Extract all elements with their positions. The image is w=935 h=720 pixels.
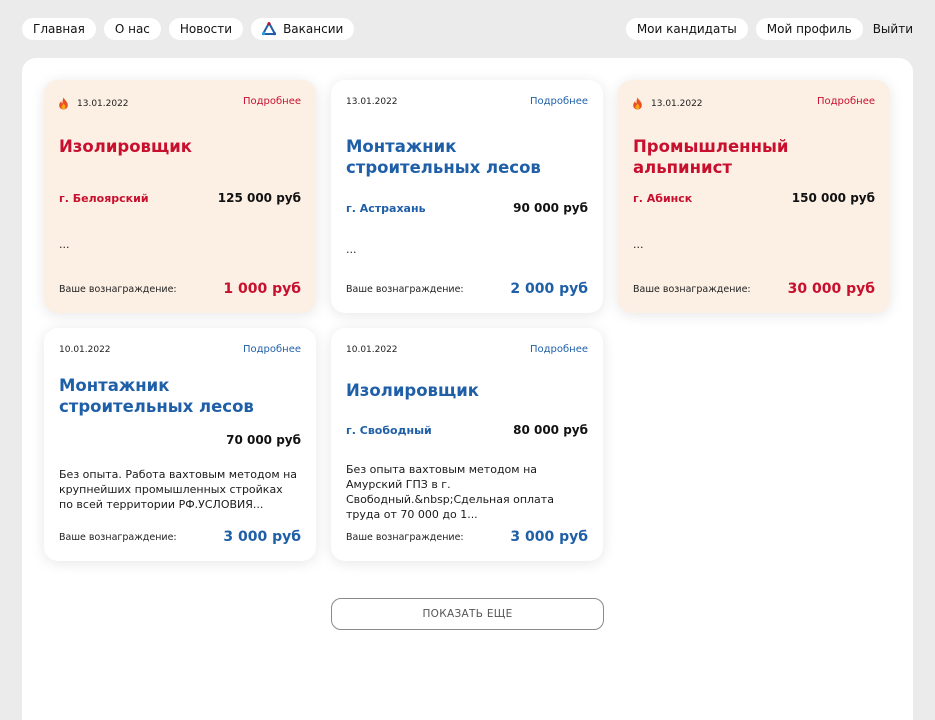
nav-about-link[interactable]: О нас [103, 18, 161, 40]
card-date-text: 10.01.2022 [346, 345, 398, 355]
card-info-row: 70 000 руб [59, 433, 301, 447]
reward-label: Ваше вознаграждение: [633, 283, 751, 295]
fire-icon [633, 97, 642, 110]
vacancy-card: 10.01.2022 Подробнее Изолировщик г. Своб… [331, 328, 603, 561]
reward-label: Ваше вознаграждение: [346, 531, 464, 543]
card-date-text: 10.01.2022 [59, 345, 111, 355]
reward-value: 30 000 руб [787, 281, 875, 297]
reward-label: Ваше вознаграждение: [59, 283, 177, 295]
vacancy-city: г. Свободный [346, 423, 432, 437]
nav-home-label: Главная [33, 22, 85, 36]
reward-label: Ваше вознаграждение: [346, 283, 464, 295]
fire-icon [59, 97, 68, 110]
show-more-button[interactable]: ПОКАЗАТЬ ЕЩЕ [331, 598, 604, 630]
vacancy-card: 13.01.2022 Подробнее Изолировщик г. Бело… [44, 80, 316, 313]
card-date-text: 13.01.2022 [346, 97, 398, 107]
reward-value: 1 000 руб [223, 281, 301, 297]
main-menu: Главная О нас Новости Вакансии [22, 18, 355, 40]
reward-row: Ваше вознаграждение: 3 000 руб [346, 529, 588, 545]
card-date: 10.01.2022 [59, 345, 111, 355]
reward-value: 3 000 руб [223, 529, 301, 545]
nav-about-label: О нас [114, 22, 150, 36]
card-date: 13.01.2022 [632, 97, 703, 110]
nav-vacancies-link[interactable]: Вакансии [251, 18, 355, 40]
vacancy-card: 13.01.2022 Подробнее Промышленный альпин… [618, 80, 890, 313]
card-info-row: г. Астрахань 90 000 руб [346, 201, 588, 215]
card-date: 10.01.2022 [346, 345, 398, 355]
vacancy-title[interactable]: Промышленный альпинист [633, 136, 873, 178]
reward-value: 3 000 руб [510, 529, 588, 545]
details-link[interactable]: Подробнее [530, 344, 588, 355]
reward-row: Ваше вознаграждение: 1 000 руб [59, 281, 301, 297]
reward-row: Ваше вознаграждение: 30 000 руб [633, 281, 875, 297]
card-date: 13.01.2022 [58, 97, 129, 110]
vacancy-city: г. Абинск [633, 191, 693, 205]
reward-row: Ваше вознаграждение: 3 000 руб [59, 529, 301, 545]
vacancy-salary: 150 000 руб [791, 191, 875, 205]
vacancy-title[interactable]: Изолировщик [59, 136, 299, 157]
details-link[interactable]: Подробнее [243, 344, 301, 355]
vacancy-description: Без опыта. Работа вахтовым методом на кр… [59, 468, 298, 511]
card-info-row: г. Свободный 80 000 руб [346, 423, 588, 437]
logout-link[interactable]: Выйти [871, 18, 913, 40]
nav-news-label: Новости [179, 22, 233, 36]
logo-icon [262, 22, 277, 36]
details-link[interactable]: Подробнее [817, 96, 875, 107]
reward-label: Ваше вознаграждение: [59, 531, 177, 543]
vacancy-title[interactable]: Изолировщик [346, 380, 586, 401]
vacancy-card: 10.01.2022 Подробнее Монтажник строитель… [44, 328, 316, 561]
card-info-row: г. Белоярский 125 000 руб [59, 191, 301, 205]
nav-my-profile-link[interactable]: Мой профиль [755, 18, 863, 40]
vacancy-title[interactable]: Монтажник строительных лесов [346, 136, 586, 178]
vacancy-salary: 125 000 руб [217, 191, 301, 205]
nav-vacancies-label: Вакансии [283, 22, 344, 36]
vacancy-salary: 90 000 руб [513, 201, 588, 215]
vacancy-description: ... [346, 243, 357, 256]
vacancy-description: ... [633, 238, 644, 251]
card-date-text: 13.01.2022 [77, 98, 129, 109]
vacancies-panel: 13.01.2022 Подробнее Изолировщик г. Бело… [22, 58, 913, 720]
card-info-row: г. Абинск 150 000 руб [633, 191, 875, 205]
details-link[interactable]: Подробнее [530, 96, 588, 107]
vacancy-description: ... [59, 238, 70, 251]
nav-home-link[interactable]: Главная [22, 18, 96, 40]
user-menu: Мои кандидаты Мой профиль Выйти [625, 18, 913, 40]
vacancy-salary: 70 000 руб [226, 433, 301, 447]
nav-my-profile-label: Мой профиль [766, 22, 852, 36]
vacancy-description: Без опыта вахтовым методом на Амурский Г… [346, 463, 554, 521]
top-navigation: Главная О нас Новости Вакансии Мои канди… [0, 0, 935, 58]
card-date-text: 13.01.2022 [651, 98, 703, 109]
vacancy-card: 13.01.2022 Подробнее Монтажник строитель… [331, 80, 603, 313]
details-link[interactable]: Подробнее [243, 96, 301, 107]
nav-my-candidates-link[interactable]: Мои кандидаты [625, 18, 748, 40]
vacancy-city: г. Белоярский [59, 191, 149, 205]
nav-news-link[interactable]: Новости [168, 18, 244, 40]
vacancy-title[interactable]: Монтажник строительных лесов [59, 375, 299, 417]
card-date: 13.01.2022 [346, 97, 398, 107]
vacancy-city: г. Астрахань [346, 201, 426, 215]
reward-value: 2 000 руб [510, 281, 588, 297]
nav-my-candidates-label: Мои кандидаты [636, 22, 737, 36]
reward-row: Ваше вознаграждение: 2 000 руб [346, 281, 588, 297]
vacancy-salary: 80 000 руб [513, 423, 588, 437]
